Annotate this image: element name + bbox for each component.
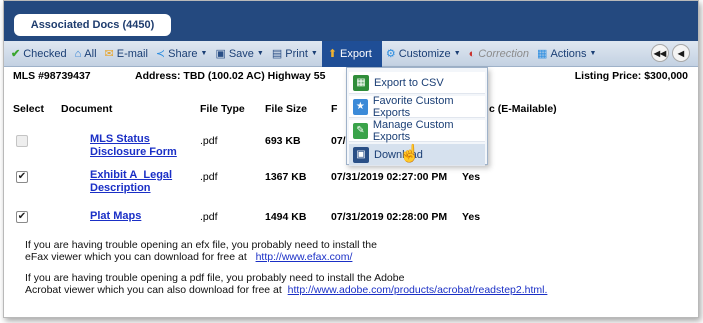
envelope-icon: ✉ [104,48,114,60]
upload-date: 07/ [331,135,346,147]
efx-help-line-2: eFax viewer which you can download for f… [25,251,377,263]
print-button[interactable]: ▤ Print ▼ [268,43,322,65]
email-button[interactable]: ✉ E-mail [101,43,152,65]
manage-export-icon: ✎ [353,122,368,139]
row-checkbox[interactable] [16,135,28,147]
listing-price: Listing Price: $300,000 [574,70,688,82]
actions-button[interactable]: ▦ Actions ▼ [533,43,600,65]
pager-controls: ◀◀ ◀ [651,44,690,62]
customize-label: Customize [398,47,451,60]
home-icon: ⌂ [74,47,82,60]
all-label: All [84,47,97,60]
hand-cursor-icon: ☝ [399,144,421,163]
file-size: 693 KB [265,135,301,147]
correction-icon: ◐ [468,47,476,60]
pdf-help-text: If you are having trouble opening a pdf … [25,272,547,296]
document-link[interactable]: Exhibit A_Legal Description [90,169,190,195]
file-size: 1494 KB [265,211,307,223]
download-icon: ▣ [353,146,369,163]
floppy-icon: ▣ [215,48,226,60]
document-link[interactable]: MLS Status Disclosure Form [90,133,200,159]
share-label: Share [168,47,198,60]
csv-icon: ▦ [353,74,369,91]
file-size: 1367 KB [265,171,307,183]
listing-address: Address: TBD (100.02 AC) Highway 55 [135,70,326,82]
efx-help-text: If you are having trouble opening an efx… [25,239,377,263]
pdf-help-line-2-text: Acrobat viewer which you can also downlo… [25,284,282,296]
favorite-custom-exports-item[interactable]: ★ Favorite Custom Exports [349,94,485,119]
upload-date: 07/31/2019 02:27:00 PM [331,171,448,183]
manage-custom-exports-item[interactable]: ✎ Manage Custom Exports [349,118,485,143]
email-label: E-mail [116,47,148,60]
chevron-down-icon: ▼ [310,50,318,57]
efx-help-line-2-text: eFax viewer which you can download for f… [25,251,247,263]
efx-help-line-1: If you are having trouble opening an efx… [25,239,377,251]
mls-number: MLS #98739437 [13,70,91,82]
column-header-emailable: c (E-Mailable) [489,103,557,115]
document-link[interactable]: Plat Maps [90,210,141,223]
checkmark-icon: ✔ [11,48,21,60]
file-type: .pdf [200,211,218,223]
associated-docs-window: Associated Docs (4450) ✔ Checked ⌂ All ✉… [3,0,699,318]
emailable-value: Yes [462,171,481,183]
manage-custom-exports-label: Manage Custom Exports [372,118,454,143]
column-header-document: Document [61,103,113,115]
column-header-file-type: File Type [200,103,245,115]
column-header-select: Select [13,103,44,115]
export-label: Export [340,47,372,60]
row-checkbox[interactable]: ✔ [16,211,28,223]
gear-icon: ⚙ [385,48,396,60]
print-label: Print [285,47,308,60]
export-to-csv-item[interactable]: ▦ Export to CSV [349,72,485,94]
row-checkbox[interactable]: ✔ [16,171,28,183]
upload-date: 07/31/2019 02:28:00 PM [331,211,448,223]
file-type: .pdf [200,135,218,147]
previous-page-icon[interactable]: ◀ [672,44,690,62]
share-icon: ≺ [155,48,166,60]
pdf-help-line-2: Acrobat viewer which you can also downlo… [25,284,547,296]
correction-label: Correction [478,47,530,60]
efax-link[interactable]: http://www.efax.com/ [256,251,353,263]
save-label: Save [228,47,254,60]
column-header-file-size: File Size [265,103,308,115]
customize-button[interactable]: ⚙ Customize ▼ [382,43,465,65]
checked-label: Checked [23,47,67,60]
chevron-down-icon: ▼ [589,50,597,57]
header-bar: Associated Docs (4450) [4,1,698,41]
chevron-down-icon: ▼ [200,50,208,57]
export-to-csv-label: Export to CSV [374,76,444,89]
chevron-down-icon: ▼ [453,50,461,57]
export-button[interactable]: ⬆ Export [321,40,382,67]
associated-docs-tab[interactable]: Associated Docs (4450) [14,14,171,36]
favorite-export-icon: ★ [353,98,368,115]
toolbar: ✔ Checked ⌂ All ✉ E-mail ≺ Share ▼ ▣ Sav… [4,40,698,67]
all-button[interactable]: ⌂ All [71,43,101,65]
printer-icon: ▤ [271,48,283,60]
favorite-custom-exports-label: Favorite Custom Exports [372,94,454,119]
correction-button[interactable]: ◐ Correction [465,43,533,65]
share-button[interactable]: ≺ Share ▼ [152,43,212,65]
file-type: .pdf [200,171,218,183]
checked-button[interactable]: ✔ Checked [7,43,71,65]
actions-label: Actions [550,47,587,60]
actions-icon: ▦ [537,48,548,60]
adobe-link[interactable]: http://www.adobe.com/products/acrobat/re… [288,284,548,296]
column-header-date: F [331,103,338,115]
chevron-down-icon: ▼ [256,50,264,57]
emailable-value: Yes [462,211,481,223]
save-button[interactable]: ▣ Save ▼ [211,43,267,65]
export-icon: ⬆ [327,48,338,60]
first-page-icon[interactable]: ◀◀ [651,44,669,62]
pdf-help-line-1: If you are having trouble opening a pdf … [25,272,405,284]
